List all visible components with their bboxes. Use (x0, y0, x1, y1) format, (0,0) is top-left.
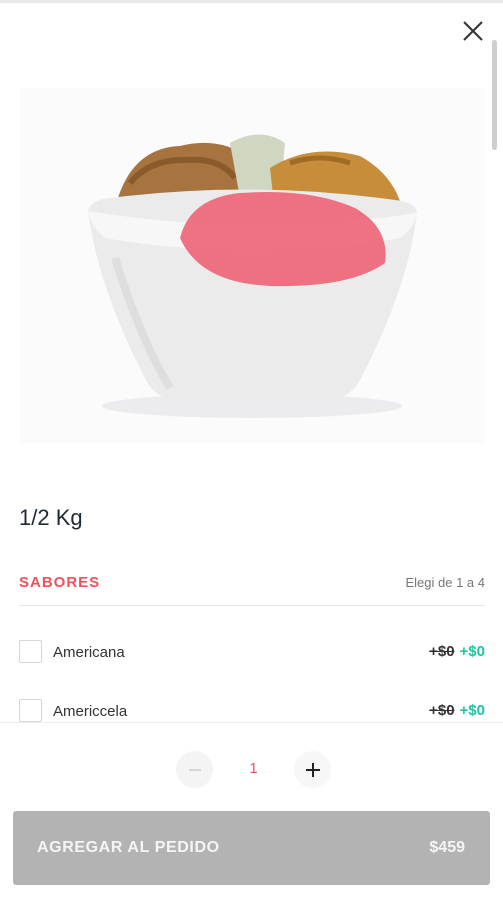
flavors-section-header: SABORES Elegi de 1 a 4 (19, 566, 485, 606)
original-price: +$0 (429, 643, 455, 660)
selection-hint: Elegi de 1 a 4 (405, 575, 485, 590)
order-footer: 1 AGREGAR AL PEDIDO $459 (0, 722, 503, 900)
current-price: +$0 (459, 643, 485, 660)
original-price: +$0 (429, 702, 455, 719)
product-image (20, 88, 485, 443)
scrollbar-thumb[interactable] (492, 40, 497, 150)
increase-quantity-button[interactable] (294, 751, 331, 788)
add-button-price: $459 (429, 839, 465, 856)
option-price: +$0 +$0 (429, 702, 485, 719)
close-icon (463, 21, 483, 41)
product-modal: 1/2 Kg SABORES Elegi de 1 a 4 Americana … (0, 0, 503, 900)
quantity-stepper: 1 (176, 751, 331, 789)
option-checkbox[interactable] (19, 640, 42, 663)
add-button-label: AGREGAR AL PEDIDO (37, 839, 220, 856)
option-checkbox[interactable] (19, 699, 42, 722)
close-button[interactable] (458, 16, 488, 46)
ice-cream-bowl-image (20, 88, 485, 443)
plus-icon (305, 762, 320, 777)
top-edge-divider (0, 0, 503, 3)
list-item[interactable]: Americana +$0 +$0 (19, 640, 485, 666)
option-price: +$0 +$0 (429, 643, 485, 660)
product-title: 1/2 Kg (19, 505, 83, 530)
option-label: Americcela (53, 703, 128, 720)
section-title: SABORES (19, 574, 101, 591)
option-label: Americana (53, 644, 125, 661)
add-to-order-button[interactable]: AGREGAR AL PEDIDO $459 (13, 811, 490, 885)
current-price: +$0 (459, 702, 485, 719)
